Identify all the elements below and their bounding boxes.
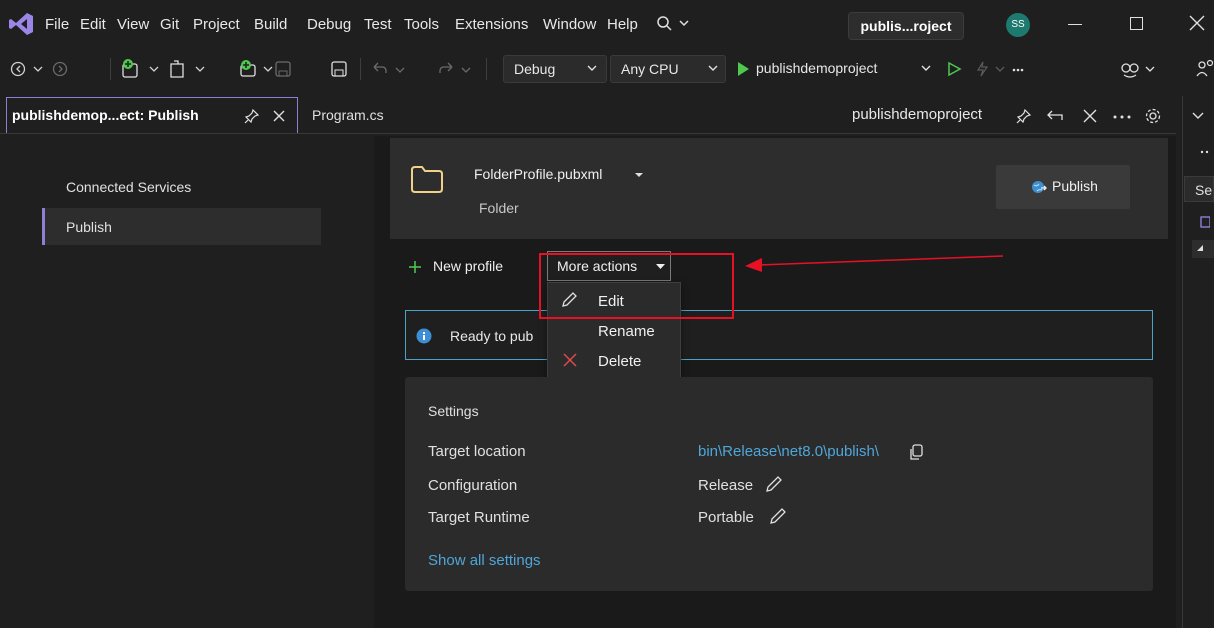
expand-triangle-icon	[1196, 244, 1204, 252]
solution-icon	[1200, 216, 1210, 230]
chevron-down-icon[interactable]	[1192, 112, 1204, 120]
panel-search-text: Se	[1195, 182, 1213, 198]
panel-search-input[interactable]: Se	[1184, 176, 1214, 202]
panel-more-icon[interactable]	[1200, 150, 1210, 154]
annotation-arrow	[0, 0, 1214, 628]
tree-row-selected[interactable]	[1192, 240, 1214, 258]
